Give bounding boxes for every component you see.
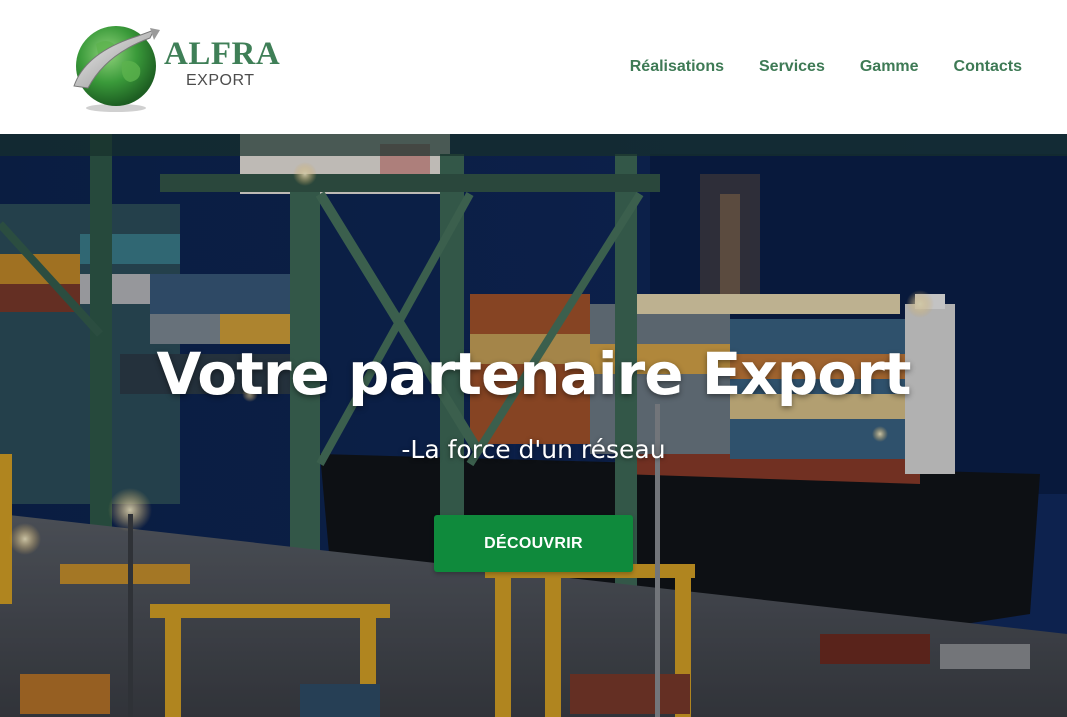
nav-item-realisations[interactable]: Réalisations <box>630 58 724 76</box>
hero-subtitle: -La force d'un réseau <box>401 435 666 464</box>
main-nav: Réalisations Services Gamme Contacts <box>595 58 1022 76</box>
brand-tagline: EXPORT <box>186 72 255 89</box>
port-container-ship-image <box>0 134 1067 717</box>
brand-name: ALFRA <box>164 36 281 72</box>
discover-button[interactable]: DÉCOUVRIR <box>434 515 633 572</box>
nav-item-services[interactable]: Services <box>759 58 825 76</box>
site-header: ALFRA EXPORT Réalisations Services Gamme… <box>0 0 1067 134</box>
logo[interactable]: ALFRA EXPORT <box>66 22 286 114</box>
globe-arrow-icon <box>73 26 160 112</box>
hero-title: Votre partenaire Export <box>156 340 912 408</box>
nav-item-contacts[interactable]: Contacts <box>954 58 1022 76</box>
hero-section: Votre partenaire Export -La force d'un r… <box>0 134 1067 717</box>
nav-item-gamme[interactable]: Gamme <box>860 58 919 76</box>
